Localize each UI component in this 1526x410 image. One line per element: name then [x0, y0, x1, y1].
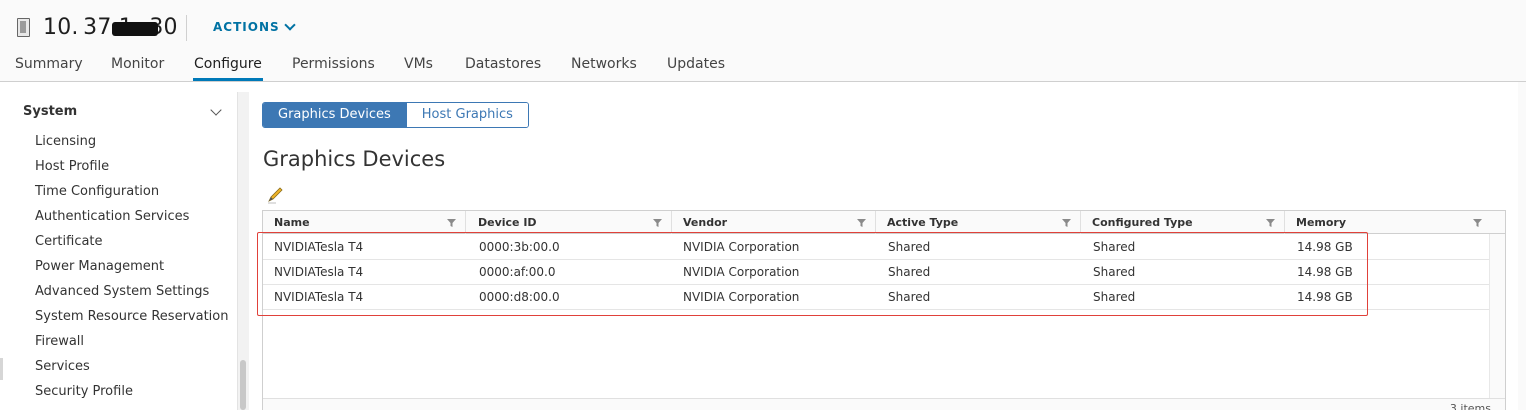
actions-label: ACTIONS: [213, 20, 280, 34]
column-label: Vendor: [683, 216, 728, 229]
filter-icon[interactable]: [857, 219, 866, 227]
host-icon: [17, 18, 30, 37]
object-header: 10. 37.1 .30 ACTIONS Summary Monitor Con…: [0, 0, 1526, 82]
filter-icon[interactable]: [653, 219, 662, 227]
chevron-down-icon[interactable]: [210, 104, 222, 116]
pencil-icon[interactable]: [265, 186, 285, 204]
filter-icon[interactable]: [1473, 219, 1482, 227]
filter-icon[interactable]: [447, 219, 456, 227]
table-row[interactable]: NVIDIATesla T4 0000:af:00.0 NVIDIA Corpo…: [263, 260, 1489, 285]
cell-configured-type: Shared: [1093, 240, 1136, 254]
item-count: 3 items: [1449, 402, 1491, 410]
cell-vendor: NVIDIA Corporation: [683, 265, 800, 279]
tab-datastores[interactable]: Datastores: [465, 56, 541, 72]
cell-active-type: Shared: [888, 290, 931, 304]
graphics-devices-toggle[interactable]: Graphics Devices: [263, 103, 406, 127]
table-scrollbar[interactable]: [1489, 234, 1505, 410]
cell-memory: 14.98 GB: [1297, 265, 1353, 279]
sidebar-item-advanced-system-settings[interactable]: Advanced System Settings: [35, 284, 209, 299]
cell-memory: 14.98 GB: [1297, 290, 1353, 304]
column-header-configured-type[interactable]: Configured Type: [1081, 211, 1285, 234]
configure-sidebar: System Licensing Host Profile Time Confi…: [0, 92, 237, 410]
filter-icon[interactable]: [1266, 219, 1275, 227]
chevron-down-icon: [283, 18, 296, 31]
sidebar-item-system-resource-reservation[interactable]: System Resource Reservation: [35, 309, 228, 324]
cell-device-id: 0000:3b:00.0: [479, 240, 560, 254]
table-row[interactable]: NVIDIATesla T4 0000:d8:00.0 NVIDIA Corpo…: [263, 285, 1489, 310]
sidebar-item-time-configuration[interactable]: Time Configuration: [35, 184, 159, 199]
tab-updates[interactable]: Updates: [667, 56, 725, 72]
cell-name: NVIDIATesla T4: [274, 265, 364, 279]
column-label: Active Type: [887, 216, 959, 229]
view-toggle: Graphics Devices Host Graphics: [262, 102, 529, 128]
cell-active-type: Shared: [888, 240, 931, 254]
sidebar-item-authentication-services[interactable]: Authentication Services: [35, 209, 189, 224]
cell-configured-type: Shared: [1093, 290, 1136, 304]
sidebar-item-services[interactable]: Services: [35, 359, 90, 374]
sidebar-section-title[interactable]: System: [23, 104, 77, 119]
column-header-name[interactable]: Name: [263, 211, 466, 234]
tab-bar: Summary Monitor Configure Permissions VM…: [0, 50, 1526, 82]
filter-icon[interactable]: [1062, 219, 1071, 227]
column-label: Device ID: [478, 216, 537, 229]
sidebar-scroll-thumb[interactable]: [240, 360, 246, 410]
cell-memory: 14.98 GB: [1297, 240, 1353, 254]
column-header-vendor[interactable]: Vendor: [672, 211, 876, 234]
cell-vendor: NVIDIA Corporation: [683, 290, 800, 304]
sidebar-item-power-management[interactable]: Power Management: [35, 259, 164, 274]
tab-vms[interactable]: VMs: [404, 56, 433, 72]
cell-configured-type: Shared: [1093, 265, 1136, 279]
column-label: Memory: [1296, 216, 1347, 229]
page-title: Graphics Devices: [263, 147, 446, 171]
cell-name: NVIDIATesla T4: [274, 240, 364, 254]
pane-edge: [0, 358, 3, 380]
graphics-devices-table: Name Device ID Vendor Active Type Config…: [262, 210, 1506, 410]
cell-device-id: 0000:af:00.0: [479, 265, 556, 279]
actions-menu-button[interactable]: ACTIONS: [213, 18, 296, 34]
tab-summary[interactable]: Summary: [15, 56, 83, 72]
column-label: Configured Type: [1092, 216, 1193, 229]
tab-permissions[interactable]: Permissions: [292, 56, 375, 72]
tab-networks[interactable]: Networks: [571, 56, 637, 72]
cell-vendor: NVIDIA Corporation: [683, 240, 800, 254]
header-divider: [186, 15, 187, 41]
column-label: Name: [274, 216, 310, 229]
table-footer: 3 items: [263, 398, 1505, 410]
column-header-active-type[interactable]: Active Type: [876, 211, 1081, 234]
cell-active-type: Shared: [888, 265, 931, 279]
column-header-memory[interactable]: Memory: [1285, 211, 1505, 234]
table-row[interactable]: NVIDIATesla T4 0000:3b:00.0 NVIDIA Corpo…: [263, 235, 1489, 260]
tab-configure[interactable]: Configure: [193, 56, 263, 81]
redaction-mark: [112, 22, 158, 36]
sidebar-item-licensing[interactable]: Licensing: [35, 134, 96, 149]
table-header: Name Device ID Vendor Active Type Config…: [263, 211, 1505, 234]
sidebar-item-firewall[interactable]: Firewall: [35, 334, 84, 349]
page-edge: [1518, 82, 1526, 410]
sidebar-item-certificate[interactable]: Certificate: [35, 234, 103, 249]
cell-device-id: 0000:d8:00.0: [479, 290, 560, 304]
host-graphics-toggle[interactable]: Host Graphics: [405, 103, 528, 127]
cell-name: NVIDIATesla T4: [274, 290, 364, 304]
sidebar-item-host-profile[interactable]: Host Profile: [35, 159, 109, 174]
column-header-device-id[interactable]: Device ID: [467, 211, 672, 234]
sidebar-item-security-profile[interactable]: Security Profile: [35, 384, 133, 399]
tab-monitor[interactable]: Monitor: [111, 56, 164, 72]
